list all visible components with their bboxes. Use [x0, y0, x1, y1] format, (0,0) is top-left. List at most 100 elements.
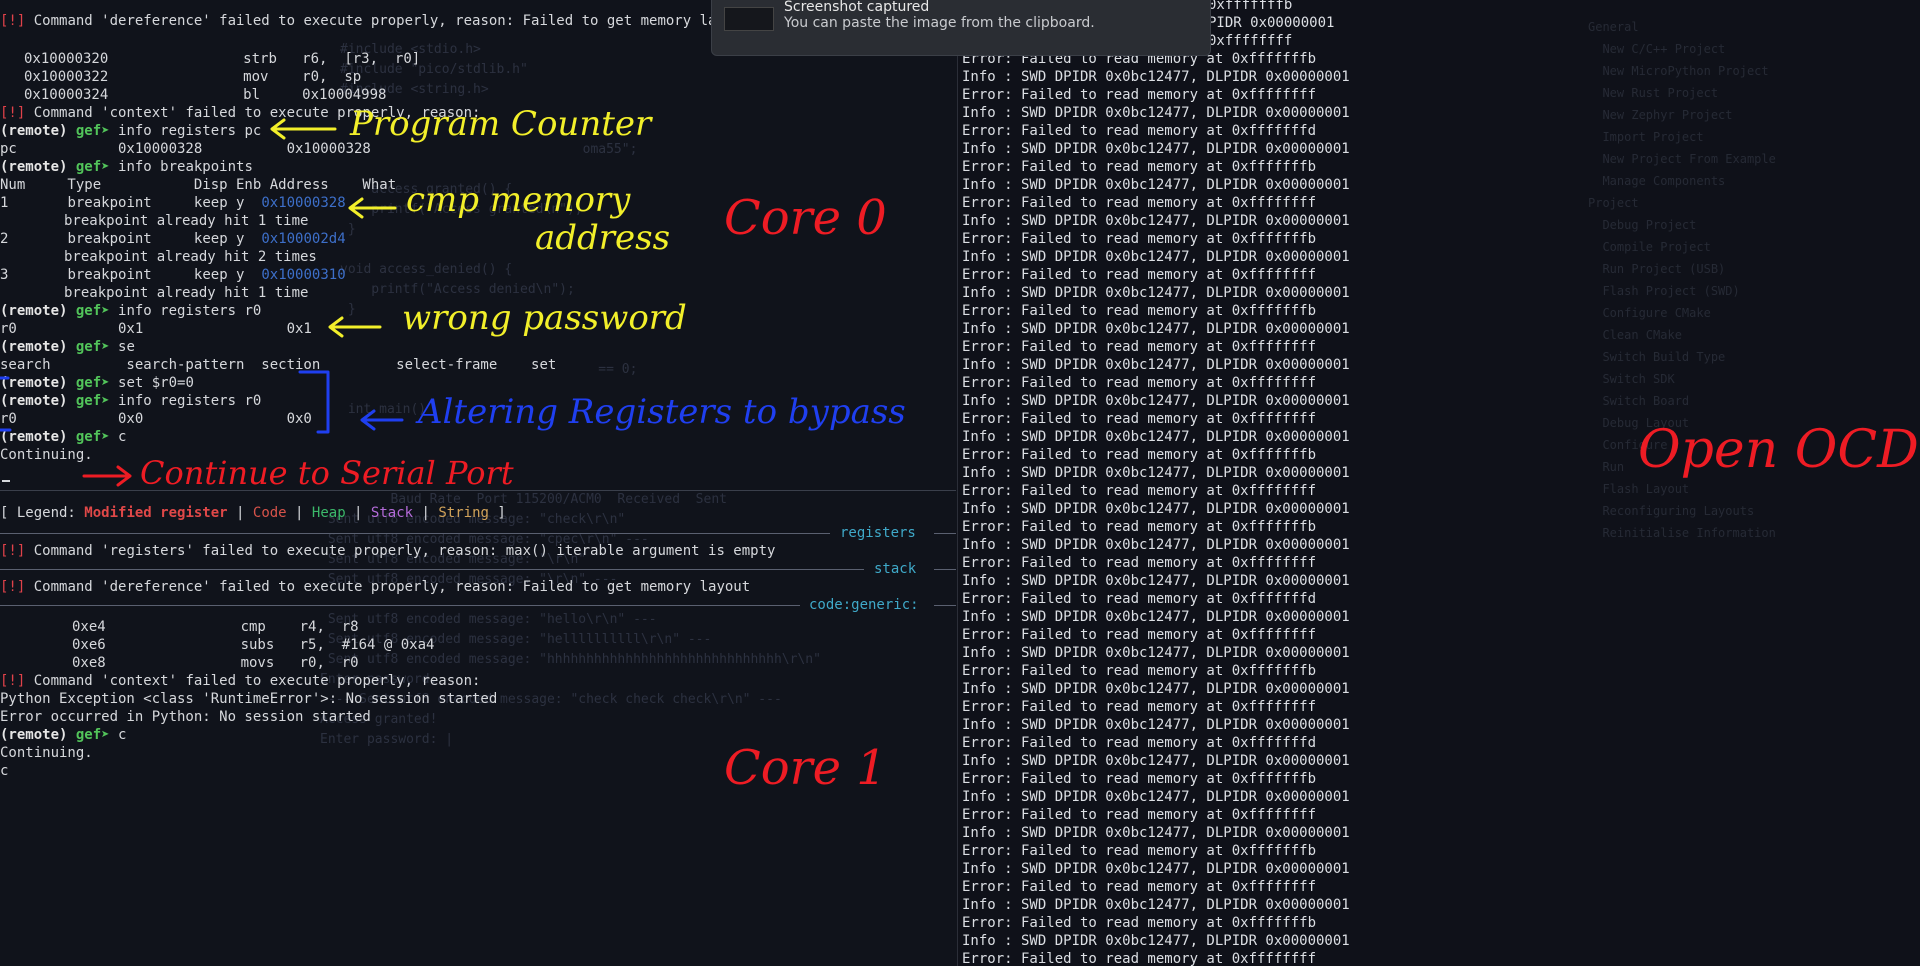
notification-title: Screenshot captured: [784, 0, 930, 15]
annotation-address: address: [535, 218, 671, 258]
breakpoint-row: 2 breakpoint keep y 0x100002d4: [0, 231, 346, 247]
breakpoint-row: 1 breakpoint keep y 0x10000328: [0, 195, 346, 211]
ocd-log-line: Info : SWD DPIDR 0x0bc12477, DLPIDR 0x00…: [962, 645, 1350, 661]
ocd-log-line: Info : SWD DPIDR 0x0bc12477, DLPIDR 0x00…: [962, 789, 1350, 805]
prompt-line: (remote) gef➤ info registers pc: [0, 123, 262, 139]
ocd-log-line: Error: Failed to read memory at 0xffffff…: [962, 951, 1317, 966]
breakpoint-hit: breakpoint already hit 1 time: [64, 285, 309, 301]
register-output: r0 0x0 0x0: [0, 411, 312, 427]
prompt-line: (remote) gef➤ info registers r0: [0, 303, 262, 319]
annotation-openocd: Open OCD: [1638, 420, 1919, 480]
context-error-line: [!] Command 'context' failed to execute …: [0, 673, 481, 689]
ocd-log-line: Error: Failed to read memory at 0xffffff…: [962, 447, 1317, 463]
ocd-partial-line: PIDR 0x00000001: [1208, 15, 1335, 31]
annotation-cmp-memory: cmp memory: [406, 180, 631, 220]
code-row: 0xe8 movs r0, r0: [72, 655, 359, 671]
ocd-log-line: Error: Failed to read memory at 0xffffff…: [962, 519, 1317, 535]
ocd-log-line: Info : SWD DPIDR 0x0bc12477, DLPIDR 0x00…: [962, 573, 1350, 589]
prompt-line: (remote) gef➤ c: [0, 727, 127, 743]
ocd-log-line: Info : SWD DPIDR 0x0bc12477, DLPIDR 0x00…: [962, 933, 1350, 949]
ocd-log-line: Error: Failed to read memory at 0xffffff…: [962, 231, 1317, 247]
registers-section-header: registers: [0, 524, 956, 542]
code-row: 0x10000324 bl 0x10004998: [24, 87, 387, 103]
ocd-log-line: Info : SWD DPIDR 0x0bc12477, DLPIDR 0x00…: [962, 105, 1350, 121]
ocd-log-line: Info : SWD DPIDR 0x0bc12477, DLPIDR 0x00…: [962, 609, 1350, 625]
python-error: Error occurred in Python: No session sta…: [0, 709, 371, 725]
ocd-log-line: Info : SWD DPIDR 0x0bc12477, DLPIDR 0x00…: [962, 753, 1350, 769]
stack-section-header: stack: [0, 560, 956, 578]
annotation-continue-serial: Continue to Serial Port: [140, 454, 514, 492]
ocd-log-line: Info : SWD DPIDR 0x0bc12477, DLPIDR 0x00…: [962, 141, 1350, 157]
ocd-log-line: Info : SWD DPIDR 0x0bc12477, DLPIDR 0x00…: [962, 825, 1350, 841]
annotation-core1: Core 1: [724, 740, 887, 796]
python-exception: Python Exception <class 'RuntimeError'>:…: [0, 691, 498, 707]
gef-terminal-core1[interactable]: Baud Rate Port 115200/ACM0 Received Sent…: [0, 492, 956, 966]
ocd-log-line: Info : SWD DPIDR 0x0bc12477, DLPIDR 0x00…: [962, 321, 1350, 337]
register-output: r0 0x1 0x1: [0, 321, 312, 337]
openocd-terminal[interactable]: General New C/C++ Project New MicroPytho…: [957, 0, 1920, 966]
annotation-altering-registers: Altering Registers to bypass: [418, 392, 906, 432]
ocd-log-line: Error: Failed to read memory at 0xffffff…: [962, 591, 1317, 607]
ocd-log-line: Error: Failed to read memory at 0xffffff…: [962, 483, 1317, 499]
annotation-wrong-password: wrong password: [402, 298, 687, 338]
screenshot-thumbnail: [724, 7, 774, 31]
annotation-core0: Core 0: [724, 190, 887, 246]
ocd-log-line: Info : SWD DPIDR 0x0bc12477, DLPIDR 0x00…: [962, 717, 1350, 733]
prompt-line: (remote) gef➤ se: [0, 339, 135, 355]
ocd-log-line: Info : SWD DPIDR 0x0bc12477, DLPIDR 0x00…: [962, 429, 1350, 445]
ocd-log-line: Info : SWD DPIDR 0x0bc12477, DLPIDR 0x00…: [962, 861, 1350, 877]
ocd-log-line: Error: Failed to read memory at 0xffffff…: [962, 267, 1317, 283]
ocd-log-line: Info : SWD DPIDR 0x0bc12477, DLPIDR 0x00…: [962, 357, 1350, 373]
ocd-log-line: Error: Failed to read memory at 0xffffff…: [962, 699, 1317, 715]
breakpoint-header: Num Type Disp Enb Address What: [0, 177, 397, 193]
ocd-log-line: Error: Failed to read memory at 0xffffff…: [962, 87, 1317, 103]
prompt-line: (remote) gef➤ set $r0=0: [0, 375, 194, 391]
registers-error-line: [!] Command 'registers' failed to execut…: [0, 543, 776, 559]
ocd-log-line: Error: Failed to read memory at 0xffffff…: [962, 375, 1317, 391]
ocd-log-line: Info : SWD DPIDR 0x0bc12477, DLPIDR 0x00…: [962, 501, 1350, 517]
terminal-cursor: [2, 480, 10, 482]
code-row: 0xe4 cmp r4, r8: [72, 619, 359, 635]
ocd-log-line: Error: Failed to read memory at 0xffffff…: [962, 195, 1317, 211]
ocd-log-line: Error: Failed to read memory at 0xffffff…: [962, 771, 1317, 787]
annotation-program-counter: Program Counter: [350, 104, 652, 144]
ocd-log-line: Info : SWD DPIDR 0x0bc12477, DLPIDR 0x00…: [962, 177, 1350, 193]
ocd-log-line: Error: Failed to read memory at 0xffffff…: [962, 735, 1317, 751]
completion-list: search search-pattern section select-fra…: [0, 357, 557, 373]
ocd-log-line: Info : SWD DPIDR 0x0bc12477, DLPIDR 0x00…: [962, 249, 1350, 265]
ocd-log-line: Error: Failed to read memory at 0xffffff…: [962, 159, 1317, 175]
deref-error-line: [!] Command 'dereference' failed to exec…: [0, 13, 751, 29]
ocd-log-line: Info : SWD DPIDR 0x0bc12477, DLPIDR 0x00…: [962, 393, 1350, 409]
ocd-log-line: Error: Failed to read memory at 0xffffff…: [962, 627, 1317, 643]
ocd-log-line: Info : SWD DPIDR 0x0bc12477, DLPIDR 0x00…: [962, 285, 1350, 301]
ocd-partial-line: 0xffffffff: [1208, 33, 1293, 49]
ocd-log-line: Error: Failed to read memory at 0xffffff…: [962, 339, 1317, 355]
ocd-log-line: Error: Failed to read memory at 0xffffff…: [962, 411, 1317, 427]
ocd-log-line: Error: Failed to read memory at 0xffffff…: [962, 555, 1317, 571]
last-output: c: [0, 763, 9, 779]
register-output: pc 0x10000328 0x10000328: [0, 141, 371, 157]
ocd-log-line: Error: Failed to read memory at 0xffffff…: [962, 123, 1317, 139]
prompt-line: (remote) gef➤ info registers r0: [0, 393, 262, 409]
ocd-partial-line: 0xfffffffb: [1208, 0, 1293, 13]
code-section-header: code:generic:: [0, 596, 956, 614]
ocd-log-line: Info : SWD DPIDR 0x0bc12477, DLPIDR 0x00…: [962, 465, 1350, 481]
code-row: 0xe6 subs r5, #164 @ 0xa4: [72, 637, 435, 653]
ocd-log-line: Info : SWD DPIDR 0x0bc12477, DLPIDR 0x00…: [962, 537, 1350, 553]
legend-line: [ Legend: Modified register | Code | Hea…: [0, 505, 506, 521]
notification-body: You can paste the image from the clipboa…: [784, 15, 1095, 31]
prompt-line: (remote) gef➤ c: [0, 429, 127, 445]
ocd-log-line: Info : SWD DPIDR 0x0bc12477, DLPIDR 0x00…: [962, 69, 1350, 85]
ocd-log-line: Info : SWD DPIDR 0x0bc12477, DLPIDR 0x00…: [962, 681, 1350, 697]
breakpoint-hit: breakpoint already hit 1 time: [64, 213, 309, 229]
ocd-log-line: Error: Failed to read memory at 0xffffff…: [962, 915, 1317, 931]
ocd-log-line: Error: Failed to read memory at 0xffffff…: [962, 843, 1317, 859]
screenshot-notification[interactable]: Screenshot captured You can paste the im…: [711, 0, 1211, 56]
ocd-log-line: Error: Failed to read memory at 0xffffff…: [962, 807, 1317, 823]
code-row: 0x10000320 strb r6, [r3, r0]: [24, 51, 421, 67]
ocd-log-line: Info : SWD DPIDR 0x0bc12477, DLPIDR 0x00…: [962, 897, 1350, 913]
continuing-text: Continuing.: [0, 745, 93, 761]
code-row: 0x10000322 mov r0, sp: [24, 69, 362, 85]
ocd-log-line: Info : SWD DPIDR 0x0bc12477, DLPIDR 0x00…: [962, 213, 1350, 229]
ocd-log-line: Error: Failed to read memory at 0xffffff…: [962, 879, 1317, 895]
